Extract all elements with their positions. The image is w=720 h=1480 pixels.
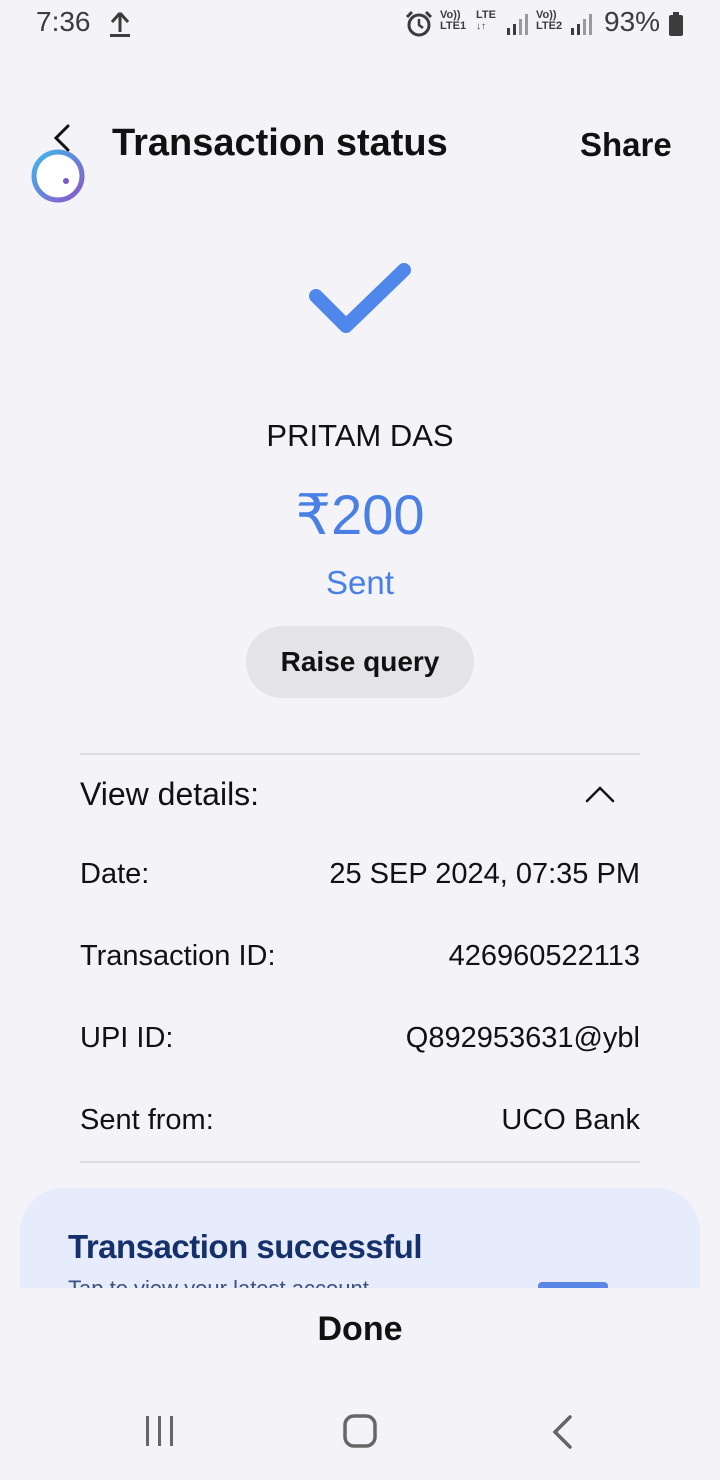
signal-icon-sim1: [507, 14, 528, 35]
status-time: 7:36: [36, 6, 91, 37]
share-button[interactable]: Share: [580, 126, 672, 164]
lte-text: LTE: [476, 9, 496, 21]
checkmark-icon: [309, 263, 411, 333]
sent-from-value: UCO Bank: [501, 1104, 640, 1136]
app-badge-icon[interactable]: [30, 148, 86, 204]
nav-back-icon[interactable]: [550, 1414, 574, 1450]
battery-icon: [669, 12, 683, 36]
sim2-volte-label: Vo)) LTE2: [536, 10, 562, 32]
sim2-bottom-text: LTE2: [536, 20, 563, 32]
signal-icon-sim2: [571, 14, 592, 35]
transaction-id-label: Transaction ID:: [80, 940, 276, 972]
data-arrows-icon: ↓↑: [476, 21, 486, 32]
sent-from-label: Sent from:: [80, 1104, 214, 1136]
upi-id-value: Q892953631@ybl: [405, 1022, 640, 1054]
divider: [80, 753, 640, 755]
chevron-up-icon[interactable]: [584, 782, 616, 806]
banner-title: Transaction successful: [68, 1228, 422, 1265]
date-label: Date:: [80, 858, 150, 890]
transaction-id-value: 426960522113: [448, 940, 640, 972]
divider: [80, 1161, 640, 1163]
alarm-icon: [405, 10, 433, 37]
view-details-toggle[interactable]: View details:: [80, 776, 259, 813]
amount-value: ₹200: [295, 483, 425, 546]
lte-label: LTE ↓↑: [476, 9, 496, 33]
done-button[interactable]: Done: [0, 1310, 720, 1349]
sim1-volte-label: Vo)) LTE1: [440, 10, 466, 32]
date-value: 25 SEP 2024, 07:35 PM: [329, 858, 640, 890]
page-title: Transaction status: [112, 122, 448, 164]
payee-name: PRITAM DAS: [266, 418, 454, 453]
upi-id-label: UPI ID:: [80, 1022, 174, 1054]
sim1-bottom-text: LTE1: [440, 20, 467, 32]
upload-icon: [110, 12, 130, 37]
home-icon[interactable]: [342, 1412, 378, 1450]
battery-percent: 93%: [604, 6, 661, 37]
recent-apps-icon[interactable]: [144, 1414, 176, 1448]
transaction-status-text: Sent: [326, 564, 394, 601]
status-bar: 7:36 Vo)) LTE1 LTE ↓↑ Vo)) LTE2 93%: [0, 0, 720, 50]
raise-query-button[interactable]: Raise query: [246, 626, 474, 698]
